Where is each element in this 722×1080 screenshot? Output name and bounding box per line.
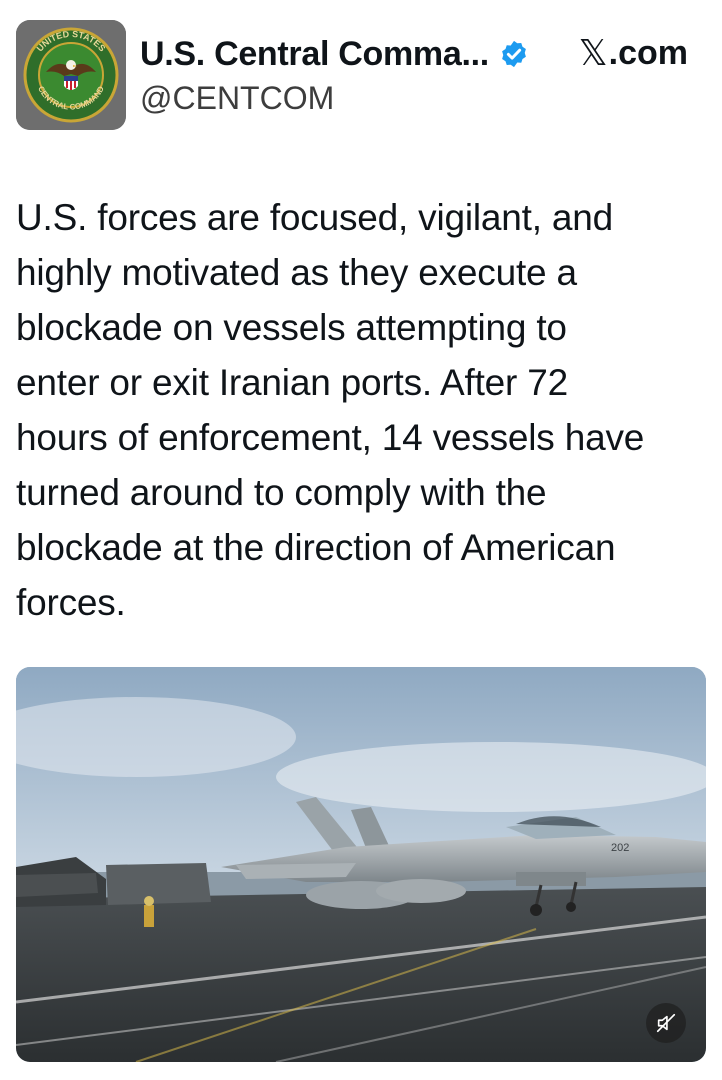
tweet-line: enter or exit Iranian ports. After 72	[16, 362, 569, 403]
aircraft-number: 202	[611, 842, 629, 854]
tweet-line: highly motivated as they execute a	[16, 252, 577, 293]
tweet-text: U.S. forces are focused, vigilant, and h…	[16, 190, 706, 630]
speaker-muted-icon	[656, 1013, 676, 1033]
x-logo-icon: 𝕏	[578, 32, 608, 73]
tweet-line: forces.	[16, 582, 126, 623]
avatar[interactable]: UNITED STATES CENTRAL COMMAND	[16, 20, 126, 130]
tweet-line: blockade at the direction of American	[16, 527, 616, 568]
mute-button[interactable]	[646, 1003, 686, 1043]
tweet-line: U.S. forces are focused, vigilant, and	[16, 197, 614, 238]
tweet-header: UNITED STATES CENTRAL COMMAND U.S. Centr…	[0, 0, 722, 140]
centcom-seal-icon: UNITED STATES CENTRAL COMMAND	[16, 20, 126, 130]
verified-badge-icon	[502, 40, 526, 68]
tweet-line: turned around to comply with the	[16, 472, 547, 513]
account-handle[interactable]: @CENTCOM	[140, 80, 334, 117]
tweet-video[interactable]: 202	[16, 667, 706, 1062]
name-row: U.S. Central Comma...	[140, 30, 529, 78]
tweet-line: blockade on vessels attempting to	[16, 307, 567, 348]
video-frame: 202	[16, 667, 706, 1062]
site-domain: .com	[608, 33, 688, 72]
site-label[interactable]: 𝕏 .com	[579, 32, 688, 74]
tweet-line: hours of enforcement, 14 vessels have	[16, 417, 645, 458]
display-name[interactable]: U.S. Central Comma...	[140, 35, 489, 74]
